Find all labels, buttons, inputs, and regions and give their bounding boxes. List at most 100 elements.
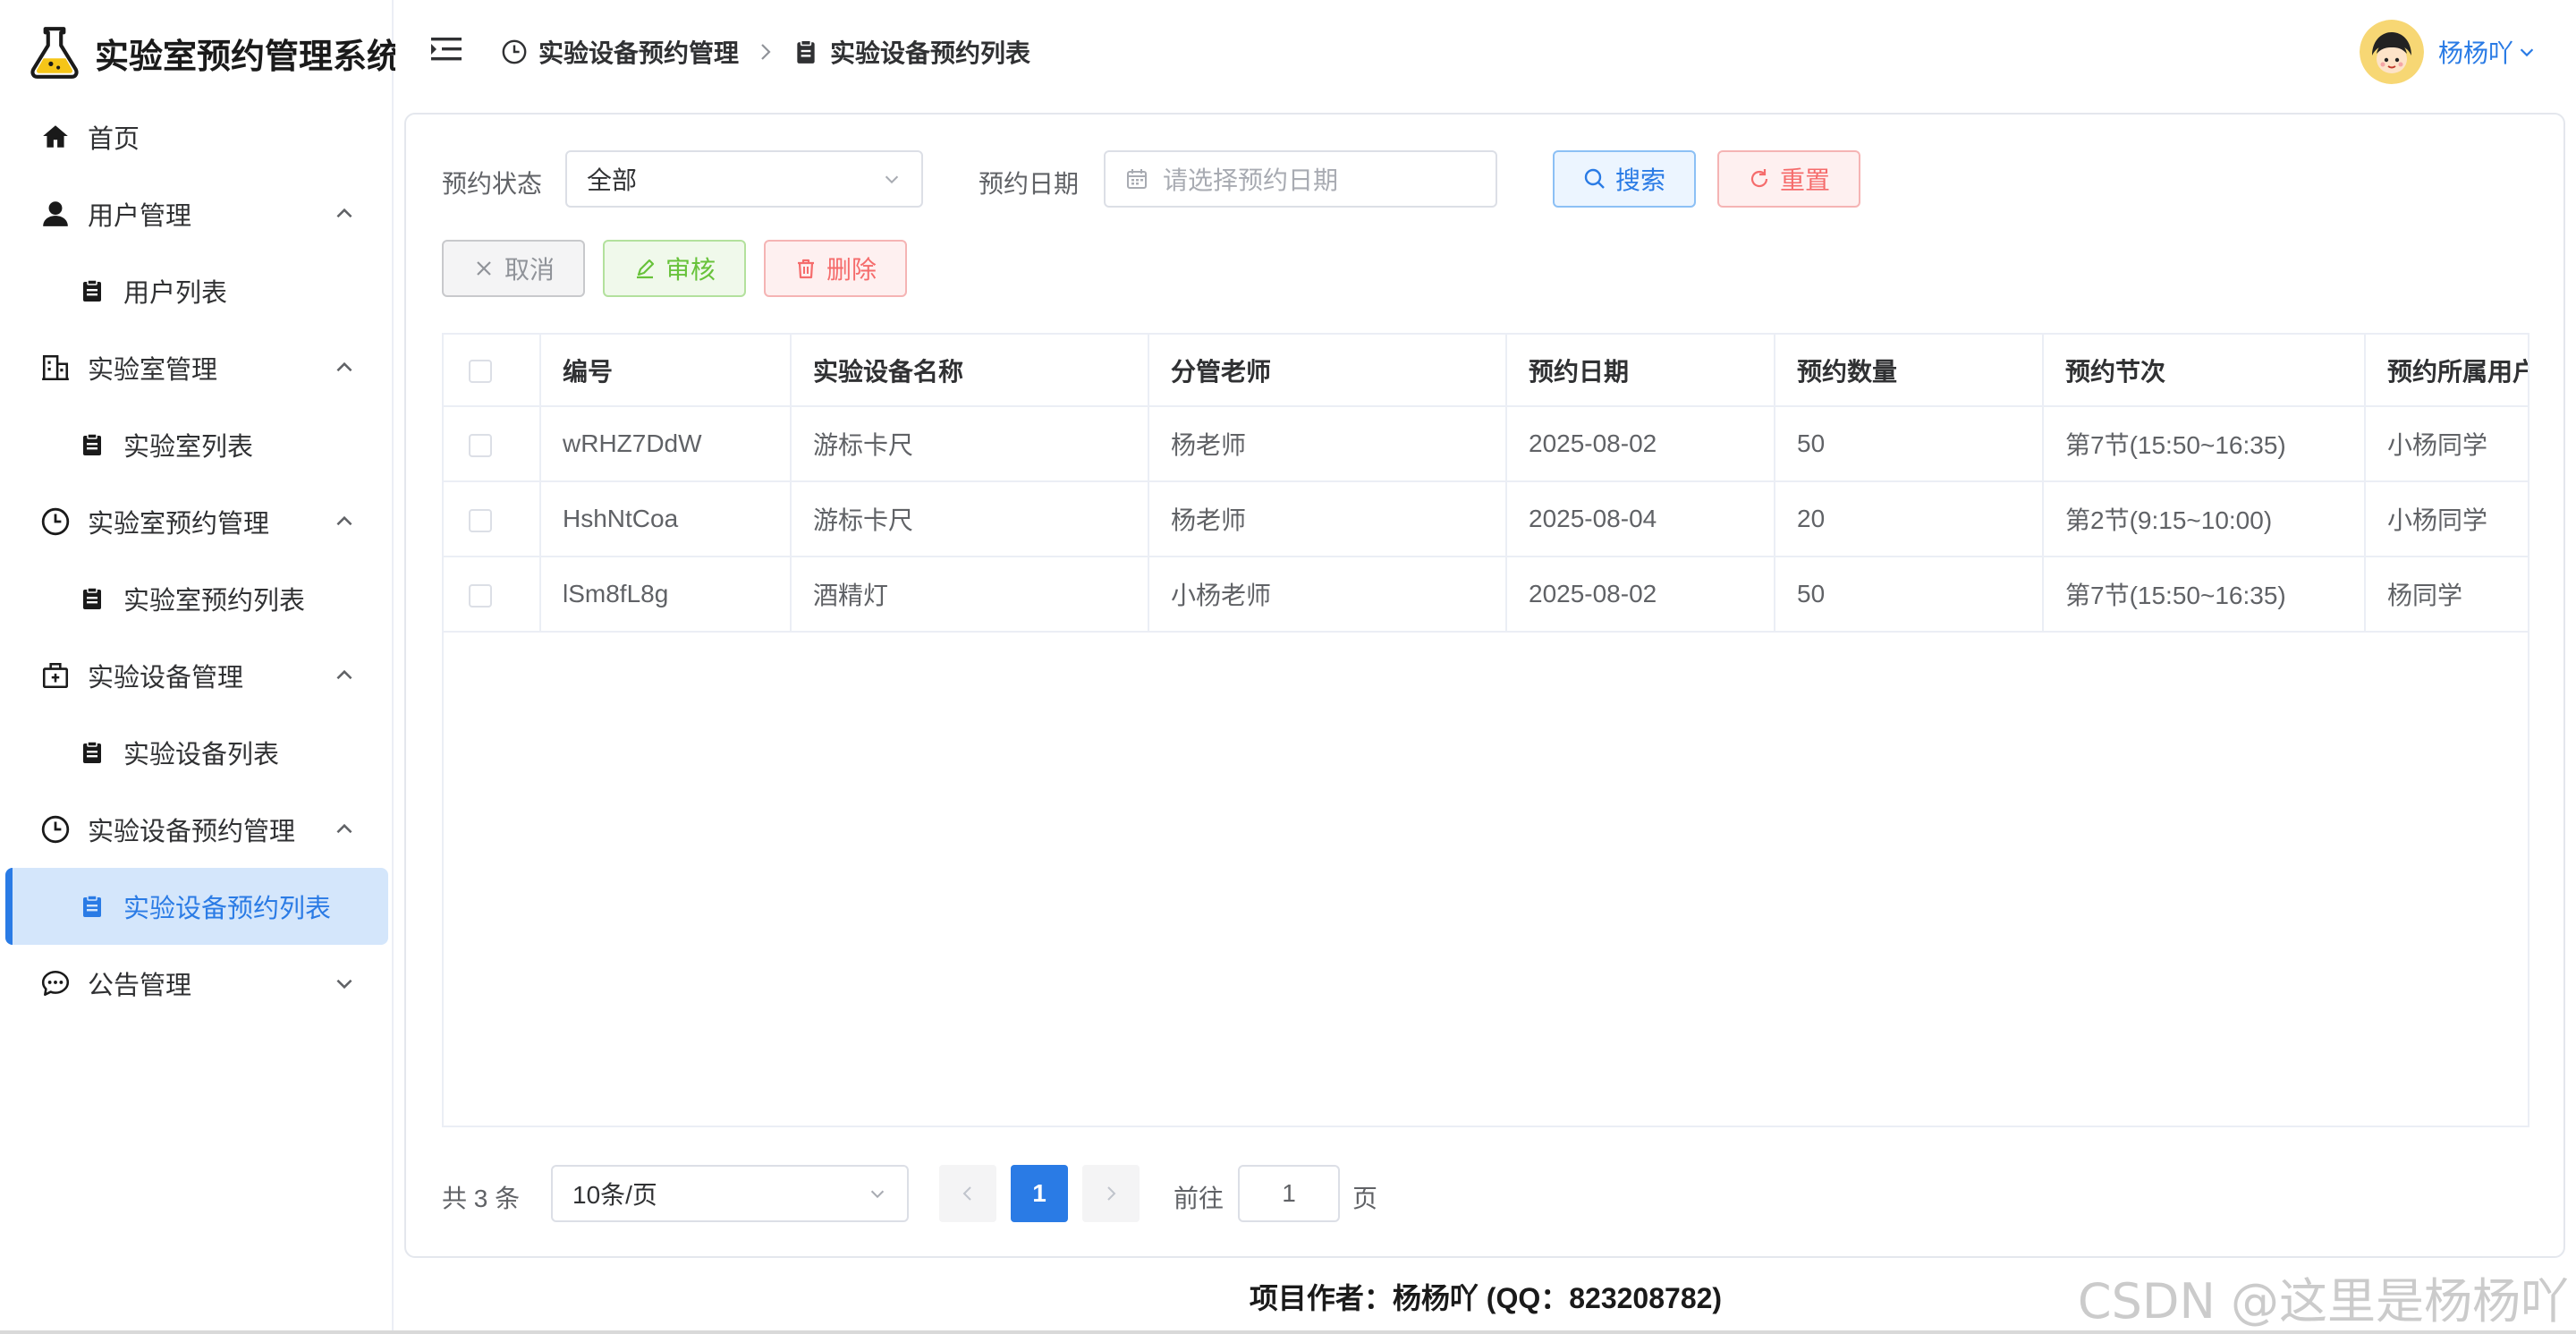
top-header: 实验设备预约管理 实验设备预约列表 杨杨吖 <box>395 0 2576 104</box>
column-header: 实验设备名称 <box>791 335 1149 407</box>
next-page-button[interactable] <box>1082 1165 1140 1222</box>
status-select[interactable]: 全部 <box>565 150 923 208</box>
sidebar-item-label: 用户列表 <box>123 279 228 308</box>
clock-icon <box>502 39 527 64</box>
table-cell: 20 <box>1775 481 2044 557</box>
row-checkbox-cell[interactable] <box>444 481 541 557</box>
sidebar-item-equipment-management[interactable]: 实验设备管理 <box>0 637 394 714</box>
sidebar-item-user-list[interactable]: 用户列表 <box>0 252 394 329</box>
search-button[interactable]: 搜索 <box>1553 150 1696 208</box>
table-cell: 游标卡尺 <box>791 481 1149 557</box>
column-header: 预约数量 <box>1775 335 2044 407</box>
sidebar-item-label: 实验设备列表 <box>123 741 280 769</box>
clock-icon <box>39 506 72 538</box>
select-all-checkbox-cell[interactable] <box>444 335 541 407</box>
sidebar-item-label: 首页 <box>88 125 140 154</box>
sidebar-item-lab-list[interactable]: 实验室列表 <box>0 406 394 483</box>
table-cell: 2025-08-04 <box>1506 481 1775 557</box>
chevron-down-icon <box>885 175 899 184</box>
chevron-down-icon <box>870 1190 885 1199</box>
page-size-value: 10条/页 <box>572 1181 657 1209</box>
table-cell: 小杨同学 <box>2365 481 2528 557</box>
bottom-divider <box>0 1330 2576 1334</box>
breadcrumb: 实验设备预约管理 实验设备预约列表 <box>501 32 1030 72</box>
page-size-select[interactable]: 10条/页 <box>551 1165 909 1222</box>
sidebar-item-home[interactable]: 首页 <box>0 98 394 175</box>
sidebar-item-label: 实验室管理 <box>88 356 218 385</box>
sidebar-item-label: 实验室预约管理 <box>88 510 270 539</box>
status-filter-label: 预约状态 <box>442 170 543 198</box>
sidebar-item-lab-booking-list[interactable]: 实验室预约列表 <box>0 560 394 637</box>
sidebar-item-announcement-management[interactable]: 公告管理 <box>0 945 394 1022</box>
table-row[interactable]: lSm8fL8g 酒精灯 小杨老师 2025-08-02 50 第7节(15:5… <box>444 557 2528 633</box>
table-cell: 游标卡尺 <box>791 406 1149 482</box>
flask-icon <box>30 27 79 79</box>
chevron-right-icon <box>761 44 771 60</box>
sidebar-item-lab-management[interactable]: 实验室管理 <box>0 329 394 406</box>
column-header: 分管老师 <box>1148 335 1507 407</box>
row-checkbox[interactable] <box>469 508 492 532</box>
chevron-up-icon <box>336 361 352 372</box>
table-cell: HshNtCoa <box>540 481 792 557</box>
clipboard-icon <box>79 739 106 766</box>
row-checkbox-cell[interactable] <box>444 557 541 633</box>
table-cell: wRHZ7DdW <box>540 406 792 482</box>
user-icon <box>39 198 72 230</box>
sidebar-item-equipment-booking-management[interactable]: 实验设备预约管理 <box>0 791 394 868</box>
delete-button-label: 删除 <box>826 256 877 284</box>
pagination-total: 共 3 条 <box>442 1185 521 1212</box>
date-picker-placeholder: 请选择预约日期 <box>1163 166 1339 194</box>
close-icon <box>477 261 491 276</box>
chevron-up-icon <box>336 669 352 680</box>
sidebar-item-label: 实验设备预约管理 <box>88 818 296 846</box>
select-all-checkbox[interactable] <box>469 360 492 384</box>
column-header: 预约日期 <box>1506 335 1775 407</box>
search-icon <box>1584 168 1605 189</box>
sidebar-item-label: 实验室列表 <box>123 433 254 462</box>
table-cell: 2025-08-02 <box>1506 557 1775 633</box>
goto-page-input[interactable]: 1 <box>1238 1165 1340 1222</box>
trash-icon <box>797 259 814 279</box>
chevron-up-icon <box>336 208 352 218</box>
audit-button[interactable]: 审核 <box>603 240 746 297</box>
user-name[interactable]: 杨杨吖 <box>2438 34 2513 70</box>
cancel-button[interactable]: 取消 <box>442 240 585 297</box>
chevron-down-icon[interactable] <box>2517 42 2537 62</box>
row-checkbox-cell[interactable] <box>444 406 541 482</box>
clipboard-icon <box>79 277 106 304</box>
chevron-up-icon <box>336 823 352 834</box>
delete-button[interactable]: 删除 <box>764 240 907 297</box>
prev-page-button[interactable] <box>939 1165 996 1222</box>
table-cell: 小杨老师 <box>1148 557 1507 633</box>
sidebar-item-lab-booking-management[interactable]: 实验室预约管理 <box>0 483 394 560</box>
column-header: 预约所属用户 <box>2365 335 2528 407</box>
avatar[interactable] <box>2359 20 2424 84</box>
date-picker-input[interactable]: 请选择预约日期 <box>1104 150 1497 208</box>
row-checkbox[interactable] <box>469 433 492 457</box>
reset-button[interactable]: 重置 <box>1717 150 1860 208</box>
user-menu[interactable]: 杨杨吖 <box>2359 18 2537 86</box>
breadcrumb-item-parent[interactable]: 实验设备预约管理 <box>538 34 739 70</box>
sidebar-item-user-management[interactable]: 用户管理 <box>0 175 394 252</box>
status-select-value: 全部 <box>587 166 638 194</box>
breadcrumb-item-current: 实验设备预约列表 <box>830 39 1031 67</box>
chat-icon <box>39 967 72 999</box>
table-cell: 杨同学 <box>2365 557 2528 633</box>
chevron-left-icon <box>962 1186 971 1201</box>
app-title: 实验室预约管理系统 <box>95 38 402 76</box>
data-table: 编号 实验设备名称 分管老师 预约日期 预约数量 预约节次 预约所属用户 wRH… <box>442 333 2529 1127</box>
main-card: 预约状态 全部 预约日期 请选择预约日期 搜索 重置 取消 审核 删除 编号 实… <box>404 113 2565 1258</box>
clipboard-icon <box>79 585 106 612</box>
table-row[interactable]: wRHZ7DdW 游标卡尺 杨老师 2025-08-02 50 第7节(15:5… <box>444 406 2528 482</box>
page-number-button[interactable]: 1 <box>1011 1165 1068 1222</box>
menu-collapse-icon[interactable] <box>431 36 462 63</box>
table-cell: 杨老师 <box>1148 406 1507 482</box>
sidebar-item-equipment-booking-list[interactable]: 实验设备预约列表 <box>5 868 388 945</box>
table-row[interactable]: HshNtCoa 游标卡尺 杨老师 2025-08-04 20 第2节(9:15… <box>444 481 2528 557</box>
sidebar-item-label: 公告管理 <box>88 972 192 1000</box>
sidebar-item-equipment-list[interactable]: 实验设备列表 <box>0 714 394 791</box>
row-checkbox[interactable] <box>469 583 492 608</box>
clipboard-icon <box>79 431 106 458</box>
table-cell: 杨老师 <box>1148 481 1507 557</box>
table-cell: 50 <box>1775 557 2044 633</box>
